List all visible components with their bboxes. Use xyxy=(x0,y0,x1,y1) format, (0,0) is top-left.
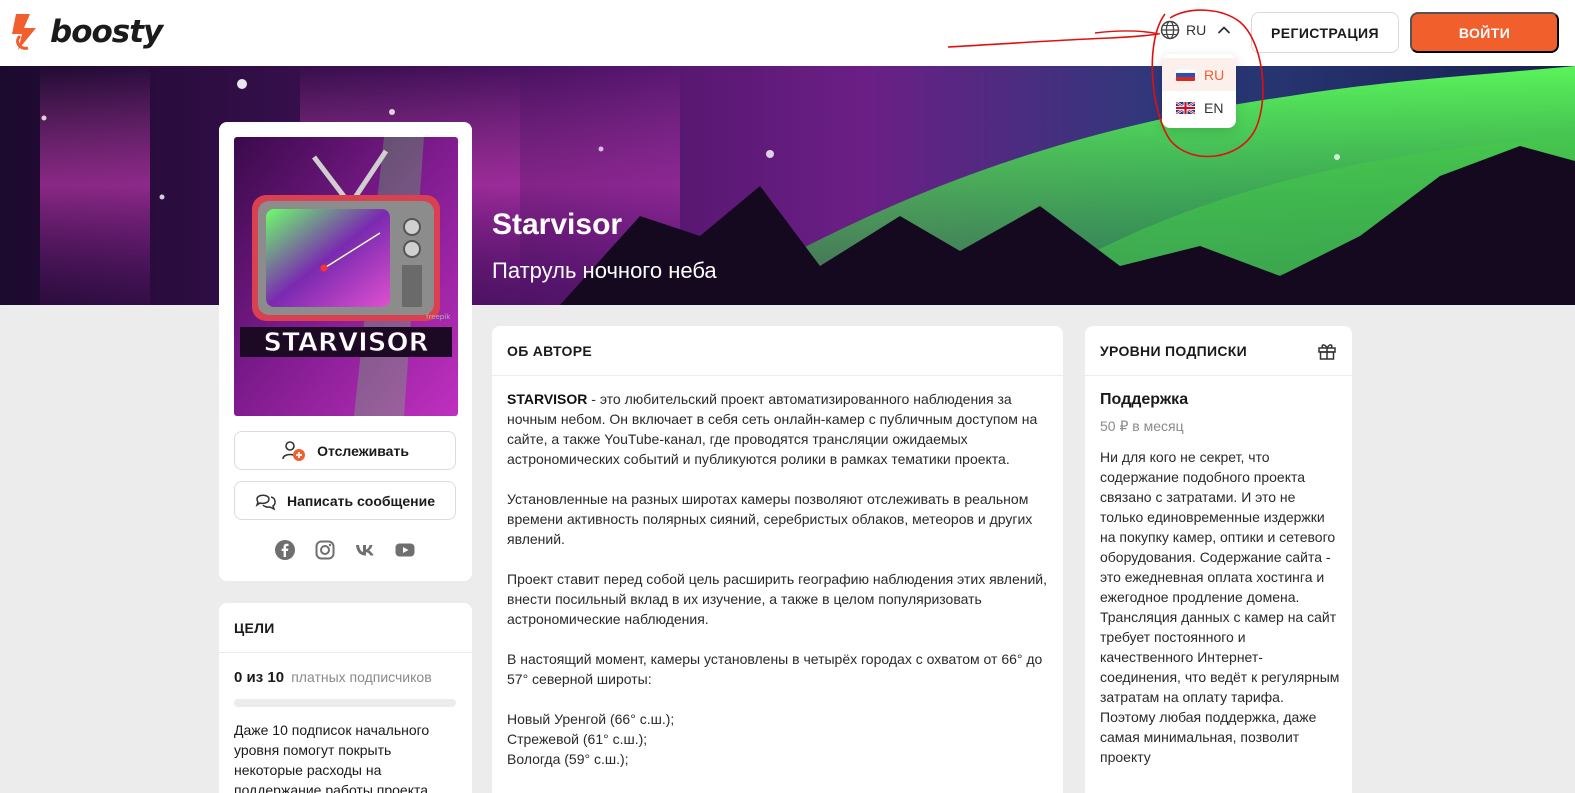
tier-price: 50 ₽ в месяц xyxy=(1100,418,1184,434)
chat-bubbles-icon xyxy=(255,494,276,510)
language-dropdown: RU EN xyxy=(1162,54,1236,128)
language-option-ru[interactable]: RU xyxy=(1162,58,1236,91)
goals-progress-bar xyxy=(234,699,456,707)
creator-tagline: Патруль ночного неба xyxy=(492,258,717,283)
creator-avatar: STARVISOR freepik xyxy=(234,137,458,416)
about-paragraph: В настоящий момент, камеры установлены в… xyxy=(507,651,1043,687)
city-item: Стрежевой (61° с.ш.); xyxy=(507,731,648,747)
city-item: Новый Уренгой (66° с.ш.); xyxy=(507,711,675,727)
goals-description: Даже 10 подписок начального уровня помог… xyxy=(234,722,432,793)
instagram-icon[interactable] xyxy=(315,540,335,560)
avatar-wordmark: STARVISOR xyxy=(263,328,428,358)
city-item: Вологда (59° с.ш.); xyxy=(507,751,629,767)
about-lead-bold: STARVISOR xyxy=(507,391,588,407)
about-paragraph: Проект ставит перед собой цель расширить… xyxy=(507,571,1048,627)
follow-button[interactable]: Отслеживать xyxy=(234,431,456,470)
follow-user-icon xyxy=(282,440,306,461)
tier-description: Ни для кого не секрет, что содержание по… xyxy=(1100,449,1340,765)
about-paragraph: Установленные на разных широтах камеры п… xyxy=(507,491,1033,547)
about-header: ОБ АВТОРЕ xyxy=(492,326,1063,376)
boosty-logo-icon xyxy=(12,14,36,50)
about-paragraph: STARVISOR - это любительский проект авто… xyxy=(507,389,1048,469)
language-current: RU xyxy=(1186,22,1207,38)
tiers-header-label: УРОВНИ ПОДПИСКИ xyxy=(1100,342,1248,359)
goals-card: ЦЕЛИ 0 из 10 платных подписчиков Даже 10… xyxy=(219,603,472,793)
tiers-header: УРОВНИ ПОДПИСКИ xyxy=(1085,326,1352,376)
top-header: boosty RU РЕГИСТРАЦИЯ ВОЙТИ xyxy=(0,0,1575,66)
boosty-logo[interactable]: boosty xyxy=(10,12,163,52)
send-message-label: Написать сообщение xyxy=(286,492,436,509)
login-button[interactable]: ВОЙТИ xyxy=(1410,12,1559,53)
register-button[interactable]: РЕГИСТРАЦИЯ xyxy=(1251,12,1399,53)
facebook-icon[interactable] xyxy=(275,540,295,560)
send-message-button[interactable]: Написать сообщение xyxy=(234,481,456,520)
profile-card: STARVISOR freepik Отслеживать Написать с… xyxy=(219,122,472,581)
goals-header: ЦЕЛИ xyxy=(219,603,472,653)
goals-count-value: 0 из 10 xyxy=(234,669,285,686)
about-body: STARVISOR - это любительский проект авто… xyxy=(492,376,1063,769)
goals-count-suffix: платных подписчиков xyxy=(291,669,432,685)
logo-text: boosty xyxy=(50,14,163,50)
language-option-label: EN xyxy=(1204,99,1224,116)
language-switcher[interactable]: RU xyxy=(1160,20,1232,40)
vk-icon[interactable] xyxy=(355,540,375,560)
about-author-card: ОБ АВТОРЕ STARVISOR - это любительский п… xyxy=(492,326,1063,793)
subscription-tiers-card: УРОВНИ ПОДПИСКИ Поддержка 50 ₽ в месяц Н… xyxy=(1085,326,1352,793)
flag-uk-icon xyxy=(1176,101,1195,114)
youtube-icon[interactable] xyxy=(395,540,415,560)
flag-russia-icon xyxy=(1176,68,1195,81)
chevron-up-icon xyxy=(1218,26,1231,34)
language-option-en[interactable]: EN xyxy=(1162,91,1236,124)
globe-icon xyxy=(1160,20,1180,40)
goals-progress-count: 0 из 10 платных подписчиков xyxy=(234,669,432,686)
follow-label: Отслеживать xyxy=(317,442,409,459)
gift-icon[interactable] xyxy=(1317,341,1337,361)
language-option-label: RU xyxy=(1204,66,1225,83)
social-links xyxy=(275,540,415,560)
tier-name: Поддержка xyxy=(1100,391,1189,408)
starvisor-logo-image: STARVISOR freepik xyxy=(234,137,458,416)
camera-city-list: Новый Уренгой (66° с.ш.); Стрежевой (61°… xyxy=(507,709,1048,769)
creator-name: Starvisor xyxy=(492,208,623,241)
avatar-credit: freepik xyxy=(426,313,451,321)
about-lead-text: - это любительский проект автоматизирова… xyxy=(507,391,1038,467)
